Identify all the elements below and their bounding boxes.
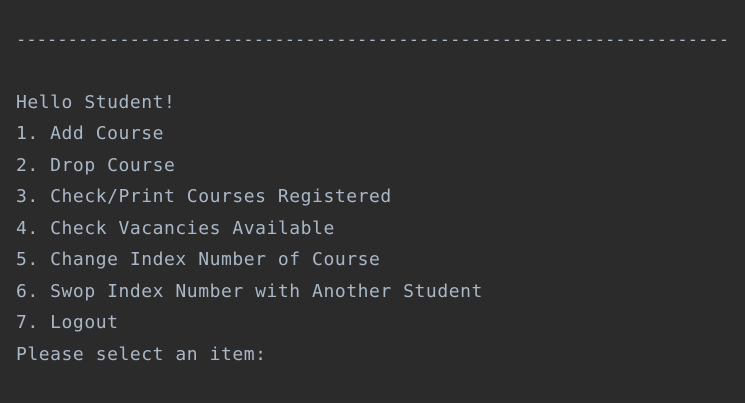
- menu-item-swop-index: 6. Swop Index Number with Another Studen…: [16, 281, 483, 302]
- separator-line: ----------------------------------------…: [16, 30, 730, 50]
- menu-item-check-vacancies: 4. Check Vacancies Available: [16, 218, 335, 239]
- greeting-text: Hello Student!: [16, 92, 176, 113]
- menu-item-add-course: 1. Add Course: [16, 123, 165, 144]
- menu-item-logout: 7. Logout: [16, 312, 119, 333]
- console-output[interactable]: ----------------------------------------…: [16, 0, 745, 403]
- menu-item-drop-course: 2. Drop Course: [16, 155, 176, 176]
- input-prompt[interactable]: Please select an item:: [16, 343, 267, 367]
- menu-item-change-index: 5. Change Index Number of Course: [16, 249, 381, 270]
- menu-item-check-print-courses: 3. Check/Print Courses Registered: [16, 186, 392, 207]
